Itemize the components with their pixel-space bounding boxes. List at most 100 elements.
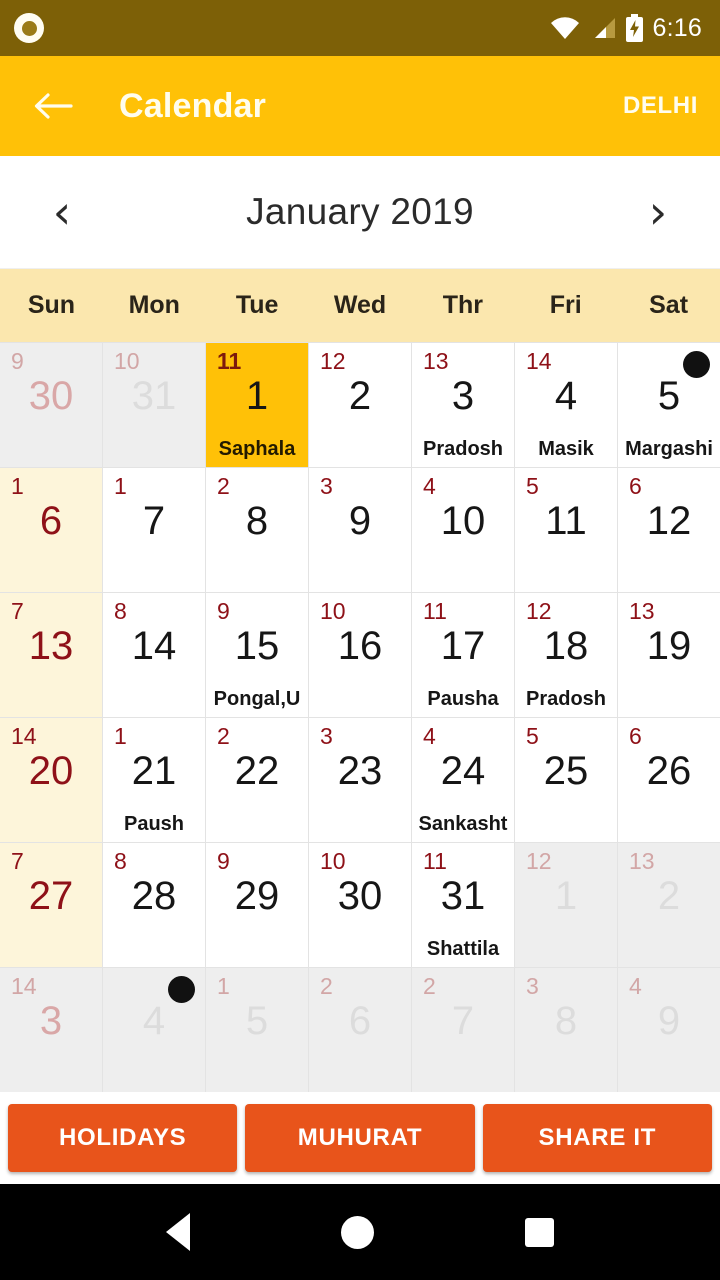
day-cell-other-month[interactable]: 49 bbox=[618, 968, 720, 1092]
day-cell-other-month[interactable]: 38 bbox=[515, 968, 617, 1092]
tithi-number: 14 bbox=[526, 348, 552, 374]
day-cell[interactable]: 8 28 bbox=[103, 843, 205, 967]
android-back-icon[interactable] bbox=[165, 1213, 190, 1251]
weekday-header-sat: Sat bbox=[649, 291, 689, 319]
day-cell[interactable]: 12 2 bbox=[309, 343, 411, 467]
day-cell[interactable]: 10 30 bbox=[309, 843, 411, 967]
android-home-icon[interactable] bbox=[340, 1215, 374, 1249]
day-number: 31 bbox=[131, 374, 177, 418]
android-navigation-bar bbox=[0, 1184, 720, 1280]
holidays-button[interactable]: HOLIDAYS bbox=[8, 1104, 238, 1172]
day-cell-other-month[interactable]: 9 30 bbox=[0, 343, 102, 467]
day-number: 5 bbox=[657, 374, 681, 418]
day-number: 31 bbox=[440, 874, 486, 918]
new-moon-icon bbox=[683, 351, 710, 378]
day-cell[interactable]: 14 4 Masik bbox=[515, 343, 617, 467]
day-number: 20 bbox=[28, 749, 74, 793]
day-cell[interactable]: 4 10 bbox=[412, 468, 514, 592]
day-number: 3 bbox=[451, 374, 475, 418]
day-cell-other-month[interactable]: 15 bbox=[206, 968, 308, 1092]
tithi-number: 2 bbox=[217, 723, 230, 749]
tithi-number: 13 bbox=[423, 348, 449, 374]
day-number: 26 bbox=[646, 749, 692, 793]
day-cell[interactable]: 4 24 Sankasht bbox=[412, 718, 514, 842]
day-cell[interactable]: 12 18 Pradosh bbox=[515, 593, 617, 717]
app-bar: Calendar DELHI bbox=[0, 56, 720, 156]
day-cell[interactable]: 39 bbox=[309, 468, 411, 592]
tithi-number: 2 bbox=[320, 973, 333, 999]
day-number: 1 bbox=[554, 874, 578, 918]
back-arrow-icon[interactable] bbox=[30, 83, 76, 129]
day-number: 21 bbox=[131, 749, 177, 793]
day-number: 3 bbox=[39, 999, 63, 1043]
day-number: 2 bbox=[657, 874, 681, 918]
day-cell-other-month[interactable]: 12 1 bbox=[515, 843, 617, 967]
muhurat-button[interactable]: MUHURAT bbox=[245, 1104, 475, 1172]
day-number: 13 bbox=[28, 624, 74, 668]
day-cell[interactable]: 5 11 bbox=[515, 468, 617, 592]
day-cell[interactable]: 2 22 bbox=[206, 718, 308, 842]
chevron-right-icon[interactable]: › bbox=[630, 184, 686, 240]
day-event-label: Masik bbox=[538, 438, 594, 460]
wifi-icon bbox=[550, 16, 580, 40]
tithi-number: 10 bbox=[114, 348, 140, 374]
day-cell[interactable]: 11 17 Pausha bbox=[412, 593, 514, 717]
tithi-number: 4 bbox=[629, 973, 642, 999]
android-recents-icon[interactable] bbox=[525, 1217, 555, 1247]
day-cell[interactable]: 7 27 bbox=[0, 843, 102, 967]
day-cell-other-month[interactable]: 4 bbox=[103, 968, 205, 1092]
tithi-number: 6 bbox=[629, 723, 642, 749]
tithi-number: 1 bbox=[217, 973, 230, 999]
day-cell[interactable]: 8 14 bbox=[103, 593, 205, 717]
day-event-label: Pradosh bbox=[525, 688, 607, 710]
city-selector-button[interactable]: DELHI bbox=[623, 92, 698, 120]
tithi-number: 7 bbox=[11, 848, 24, 874]
day-cell-other-month[interactable]: 10 31 bbox=[103, 343, 205, 467]
day-cell-selected[interactable]: 11 1 Saphala bbox=[206, 343, 308, 467]
day-cell[interactable]: 9 15 Pongal,U bbox=[206, 593, 308, 717]
day-cell[interactable]: 11 31 Shattila bbox=[412, 843, 514, 967]
calendar-grid: 9 30 10 31 11 1 Saphala 12 2 13 3 Pradosh 14 4 Masik 5 M… bbox=[0, 342, 720, 1092]
battery-charging-icon bbox=[625, 14, 644, 42]
day-cell[interactable]: 28 bbox=[206, 468, 308, 592]
tithi-number: 10 bbox=[320, 848, 346, 874]
share-it-button[interactable]: SHARE IT bbox=[482, 1104, 712, 1172]
tithi-number: 8 bbox=[114, 848, 127, 874]
day-cell[interactable]: 9 29 bbox=[206, 843, 308, 967]
day-cell-other-month[interactable]: 26 bbox=[309, 968, 411, 1092]
weekday-header-thr: Thr bbox=[442, 291, 483, 319]
day-cell-other-month[interactable]: 14 3 bbox=[0, 968, 102, 1092]
day-cell[interactable]: 3 23 bbox=[309, 718, 411, 842]
day-cell[interactable]: 13 19 bbox=[618, 593, 720, 717]
day-cell[interactable]: 5 25 bbox=[515, 718, 617, 842]
chevron-left-icon[interactable]: ‹ bbox=[34, 184, 90, 240]
day-cell[interactable]: 6 26 bbox=[618, 718, 720, 842]
day-cell[interactable]: 16 bbox=[0, 468, 102, 592]
tithi-number: 3 bbox=[320, 473, 333, 499]
day-number: 30 bbox=[28, 374, 74, 418]
day-number: 24 bbox=[440, 749, 486, 793]
day-number: 9 bbox=[348, 499, 372, 543]
day-number: 28 bbox=[131, 874, 177, 918]
day-event-label: Margashi bbox=[625, 438, 713, 460]
day-number: 30 bbox=[337, 874, 383, 918]
day-cell[interactable]: 7 13 bbox=[0, 593, 102, 717]
day-cell[interactable]: 13 3 Pradosh bbox=[412, 343, 514, 467]
day-number: 11 bbox=[545, 499, 587, 543]
status-bar-left bbox=[14, 13, 44, 43]
day-cell[interactable]: 14 20 bbox=[0, 718, 102, 842]
day-cell-other-month[interactable]: 13 2 bbox=[618, 843, 720, 967]
day-cell[interactable]: 10 16 bbox=[309, 593, 411, 717]
weekday-header-sun: Sun bbox=[27, 291, 76, 319]
month-year-label: January 2019 bbox=[246, 191, 474, 232]
day-cell[interactable]: 6 12 bbox=[618, 468, 720, 592]
day-cell-other-month[interactable]: 27 bbox=[412, 968, 514, 1092]
day-number: 18 bbox=[543, 624, 589, 668]
day-cell[interactable]: 17 bbox=[103, 468, 205, 592]
tithi-number: 10 bbox=[320, 598, 346, 624]
day-number: 19 bbox=[646, 624, 692, 668]
status-bar-clock: 6:16 bbox=[652, 13, 702, 42]
status-bar-right: 6:16 bbox=[550, 14, 702, 43]
day-cell[interactable]: 1 21 Paush bbox=[103, 718, 205, 842]
day-cell[interactable]: 5 Margashi bbox=[618, 343, 720, 467]
